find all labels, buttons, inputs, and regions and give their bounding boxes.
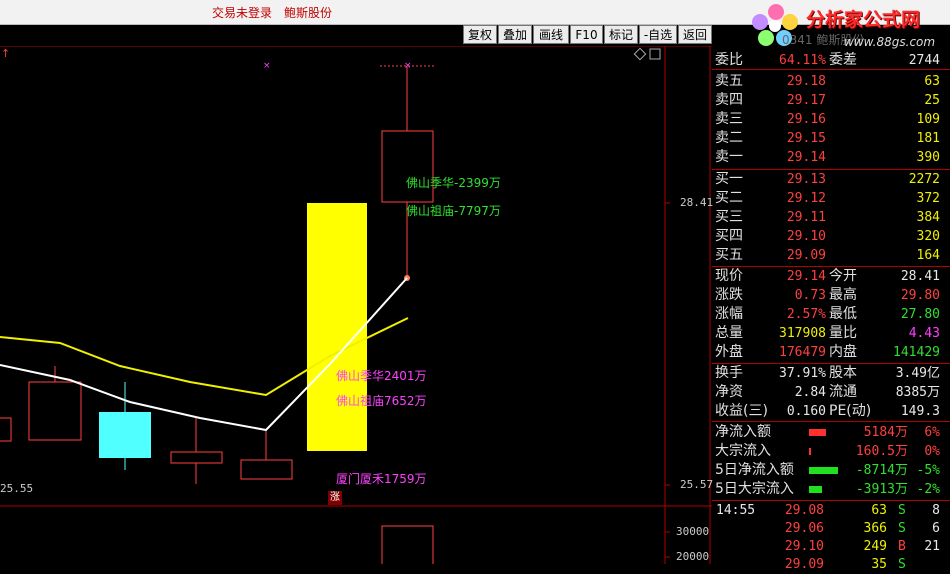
- flow-bar: [809, 486, 822, 493]
- bid-row: 买二 29.12 372: [715, 190, 940, 206]
- fund-row: 收益(三) 0.160 PE(动) 149.3: [715, 403, 940, 419]
- candle: [240, 459, 293, 480]
- back-button[interactable]: 返回: [678, 25, 712, 44]
- candle-limit-up: [307, 203, 367, 451]
- square-icon: [649, 48, 661, 60]
- price-label-min: 25.55: [0, 482, 34, 495]
- weibi-row: 委比 64.11% 委差 2744: [715, 52, 940, 68]
- fund-row: 换手 37.91% 股本 3.49亿: [715, 365, 940, 381]
- stat-row: 现价 29.14 今开 28.41: [715, 268, 940, 284]
- tick-row: 29.06 366 S 6: [784, 521, 940, 536]
- flow-row: 大宗流入 160.5万 0%: [715, 443, 940, 459]
- volume-bar: [381, 525, 434, 564]
- ask-row: 卖二 29.15 181: [715, 130, 940, 146]
- bid-row: 买一 29.13 2272: [715, 171, 940, 187]
- stat-row: 涨跌 0.73 最高 29.80: [715, 287, 940, 303]
- mark-button[interactable]: 标记: [604, 25, 638, 44]
- bid-row: 买三 29.11 384: [715, 209, 940, 225]
- flow-row: 5日净流入额 -8714万 -5%: [715, 462, 940, 478]
- seat-note: 佛山季华-2399万: [406, 176, 501, 190]
- bid-row: 买四 29.10 320: [715, 228, 940, 244]
- remove-watchlist-button[interactable]: -自选: [639, 25, 677, 44]
- bid-row: 买五 29.09 164: [715, 247, 940, 263]
- flow-bar: [809, 429, 826, 436]
- zhang-badge: 涨: [328, 491, 342, 505]
- seat-note: 厦门厦禾1759万: [336, 472, 427, 486]
- quote-panel: 委比 64.11% 委差 2744 卖五 29.18 63 卖四 29.17 25 卖三…: [712, 46, 950, 564]
- ask-row: 卖五 29.18 63: [715, 73, 940, 89]
- login-status[interactable]: 交易未登录: [212, 4, 272, 21]
- stat-row: 外盘 176479 内盘 141429: [715, 344, 940, 360]
- volume-label-20000: 20000: [676, 550, 710, 563]
- draw-line-button[interactable]: 画线: [533, 25, 569, 44]
- restore-rights-button[interactable]: 复权: [463, 25, 497, 44]
- candle: [381, 130, 434, 203]
- f10-button[interactable]: F10: [570, 25, 603, 44]
- stat-row: 涨幅 2.57% 最低 27.80: [715, 306, 940, 322]
- kline-chart[interactable]: ↑ × × 28.41 25.57 25.55 30000 20000 涨 佛山…: [0, 46, 714, 564]
- tick-row: 29.10 249 B 21: [784, 539, 940, 554]
- seat-note: 佛山祖庙-7797万: [406, 204, 501, 218]
- site-logo: 分析家公式网 0341 鲍斯股份 www.88gs.com: [748, 0, 950, 50]
- svg-text:×: ×: [404, 61, 412, 71]
- flow-row: 5日大宗流入 -3913万 -2%: [715, 481, 940, 497]
- logo-title: 分析家公式网: [806, 9, 921, 31]
- stock-name: 鲍斯股份: [284, 6, 333, 20]
- diamond-icon: [633, 47, 647, 61]
- ask-row: 卖四 29.17 25: [715, 92, 940, 108]
- fund-row: 净资 2.84 流通 8385万: [715, 384, 940, 400]
- candle: [0, 417, 12, 442]
- flow-bar: [809, 448, 811, 455]
- price-label-high: 28.41: [680, 196, 714, 209]
- tick-row: 29.09 35 S: [784, 557, 906, 572]
- flow-row: 净流入额 5184万 6%: [715, 424, 940, 440]
- stat-row: 总量 317908 量比 4.43: [715, 325, 940, 341]
- ask-row: 卖一 29.14 390: [715, 149, 940, 165]
- tick-row: 14:55 29.08 63 S 8: [716, 503, 940, 518]
- ask-row: 卖三 29.16 109: [715, 111, 940, 127]
- volume-label-30000: 30000: [676, 525, 710, 538]
- price-label-low: 25.57: [680, 478, 714, 491]
- overlay-button[interactable]: 叠加: [498, 25, 532, 44]
- candle: [28, 381, 82, 441]
- svg-text:×: ×: [263, 61, 271, 71]
- seat-note: 佛山季华2401万: [336, 369, 427, 383]
- candle: [99, 412, 151, 458]
- candle: [170, 451, 223, 464]
- seat-note: 佛山祖庙7652万: [336, 394, 427, 408]
- svg-text:↑: ↑: [1, 47, 10, 60]
